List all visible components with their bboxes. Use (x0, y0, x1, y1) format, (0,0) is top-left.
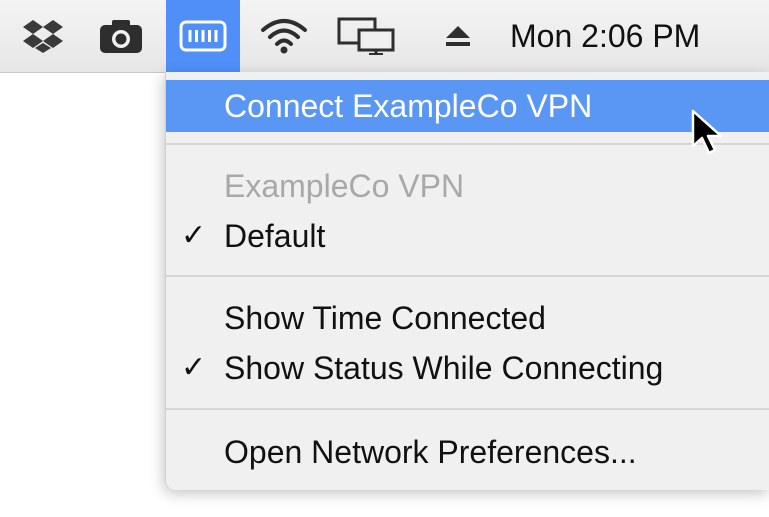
menu-item-show-time-connected[interactable]: Show Time Connected (166, 292, 769, 344)
camera-icon[interactable] (96, 0, 146, 72)
display-mirroring-icon[interactable] (334, 0, 398, 72)
menu-item-open-network-preferences[interactable]: Open Network Preferences... (166, 426, 769, 478)
menu-separator (166, 408, 769, 410)
menu-separator (166, 143, 769, 145)
menu-section-header-vpn: ExampleCo VPN (166, 160, 769, 212)
menu-item-label: Show Status While Connecting (224, 350, 664, 386)
menu-item-label: Open Network Preferences... (224, 434, 637, 470)
menu-item-show-status[interactable]: ✓ Show Status While Connecting (166, 342, 769, 394)
menu-item-label: Default (224, 218, 326, 254)
checkmark-icon: ✓ (181, 219, 207, 252)
wifi-icon[interactable] (256, 0, 312, 72)
menu-bar: Mon 2:06 PM (0, 0, 769, 73)
menu-item-connect-vpn[interactable]: Connect ExampleCo VPN (166, 80, 769, 132)
screen: Mon 2:06 PM Connect ExampleCo VPN Exampl… (0, 0, 769, 517)
menu-item-label: Connect ExampleCo VPN (224, 88, 593, 124)
eject-icon[interactable] (440, 0, 476, 72)
mouse-cursor-icon (690, 108, 730, 163)
checkmark-icon: ✓ (181, 351, 207, 384)
menu-item-label: Show Time Connected (224, 300, 546, 336)
menubar-clock[interactable]: Mon 2:06 PM (510, 0, 700, 72)
menu-separator (166, 275, 769, 277)
vpn-icon (179, 20, 227, 52)
section-header-label: ExampleCo VPN (224, 168, 465, 204)
vpn-menu-button[interactable] (166, 0, 240, 72)
menu-item-default[interactable]: ✓ Default (166, 210, 769, 262)
vpn-dropdown-menu: Connect ExampleCo VPN ExampleCo VPN ✓ De… (165, 72, 769, 490)
dropbox-icon[interactable] (18, 0, 68, 72)
